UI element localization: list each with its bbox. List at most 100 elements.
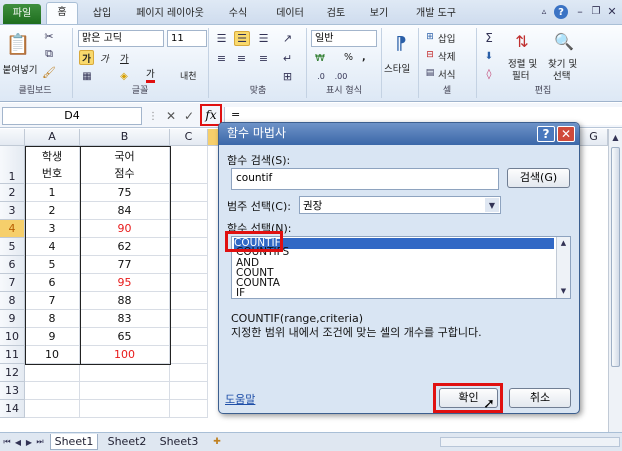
- function-search-input[interactable]: countif: [231, 168, 499, 190]
- find-select-label-2[interactable]: 선택: [553, 68, 570, 82]
- underline-button[interactable]: 가: [120, 51, 129, 65]
- cell-a14[interactable]: [25, 400, 80, 418]
- autosum-icon[interactable]: Σ: [482, 31, 496, 45]
- sheet-tab-2[interactable]: Sheet2: [103, 434, 151, 450]
- last-sheet-icon[interactable]: ⏭: [35, 436, 45, 448]
- column-header-b[interactable]: B: [80, 129, 170, 146]
- paste-icon[interactable]: 📋: [6, 29, 31, 59]
- cell-c6[interactable]: [170, 256, 208, 274]
- prev-sheet-icon[interactable]: ◀: [13, 436, 23, 448]
- cell-b8[interactable]: 88: [80, 292, 170, 310]
- cell-b11[interactable]: 100: [80, 346, 170, 364]
- bold-button[interactable]: 가: [79, 50, 94, 65]
- tab-formulas[interactable]: 수식: [225, 5, 251, 24]
- cell-a12[interactable]: [25, 364, 80, 382]
- select-all-corner[interactable]: [0, 129, 25, 146]
- sheet-tab-3[interactable]: Sheet3: [155, 434, 203, 450]
- tab-view[interactable]: 보기: [365, 5, 393, 24]
- cell-a7[interactable]: 6: [25, 274, 80, 292]
- cell-a11[interactable]: 10: [25, 346, 80, 364]
- align-left-icon[interactable]: ≡: [214, 51, 229, 65]
- cell-a8[interactable]: 7: [25, 292, 80, 310]
- dialog-help-icon[interactable]: ?: [537, 126, 555, 142]
- scroll-up-icon[interactable]: ▲: [610, 131, 621, 143]
- cell-b3[interactable]: 84: [80, 202, 170, 220]
- cell-c14[interactable]: [170, 400, 208, 418]
- styles-icon[interactable]: ⁋: [389, 31, 413, 55]
- cell-a10[interactable]: 9: [25, 328, 80, 346]
- window-close-icon[interactable]: ✕: [606, 5, 618, 18]
- fill-color-icon[interactable]: ◈: [117, 69, 131, 83]
- cell-b14[interactable]: [80, 400, 170, 418]
- cell-a2[interactable]: 1: [25, 184, 80, 202]
- cell-c7[interactable]: [170, 274, 208, 292]
- column-header-g[interactable]: G: [580, 129, 608, 146]
- fill-icon[interactable]: ⬇: [482, 49, 496, 63]
- delete-cells-icon[interactable]: ⊟: [424, 49, 436, 61]
- sheet-tab-1[interactable]: Sheet1: [50, 434, 98, 450]
- window-minimize-icon[interactable]: –: [574, 5, 586, 18]
- cell-a1[interactable]: 학생 번호: [25, 146, 80, 184]
- italic-button[interactable]: 가: [100, 51, 109, 65]
- first-sheet-icon[interactable]: ⏮: [2, 436, 12, 448]
- align-center-icon[interactable]: ≡: [234, 51, 249, 65]
- cell-c13[interactable]: [170, 382, 208, 400]
- chevron-down-icon[interactable]: ▼: [485, 198, 499, 212]
- cell-b13[interactable]: [80, 382, 170, 400]
- column-header-a[interactable]: A: [25, 129, 80, 146]
- align-top-icon[interactable]: ☰: [214, 31, 229, 45]
- row-header-6[interactable]: 6: [0, 256, 25, 274]
- orientation-icon[interactable]: ↗: [280, 31, 295, 45]
- cell-a5[interactable]: 4: [25, 238, 80, 256]
- column-header-c[interactable]: C: [170, 129, 208, 146]
- next-sheet-icon[interactable]: ▶: [24, 436, 34, 448]
- row-header-12[interactable]: 12: [0, 364, 25, 382]
- font-color-button[interactable]: 가: [146, 69, 155, 83]
- styles-button[interactable]: 스타일: [384, 61, 410, 75]
- row-header-8[interactable]: 8: [0, 292, 25, 310]
- row-header-9[interactable]: 9: [0, 310, 25, 328]
- cell-b6[interactable]: 77: [80, 256, 170, 274]
- cell-a13[interactable]: [25, 382, 80, 400]
- cell-c12[interactable]: [170, 364, 208, 382]
- decrease-decimal-icon[interactable]: .00: [333, 69, 349, 83]
- list-scroll-down-icon[interactable]: ▼: [558, 286, 569, 296]
- wrap-text-icon[interactable]: ↵: [280, 51, 295, 65]
- currency-icon[interactable]: ₩: [313, 51, 327, 65]
- horizontal-scrollbar[interactable]: [440, 437, 620, 447]
- cell-b7[interactable]: 95: [80, 274, 170, 292]
- cell-c10[interactable]: [170, 328, 208, 346]
- row-header-14[interactable]: 14: [0, 400, 25, 418]
- cut-icon[interactable]: ✂: [42, 29, 56, 43]
- align-right-icon[interactable]: ≡: [256, 51, 271, 65]
- cell-b12[interactable]: [80, 364, 170, 382]
- tab-file[interactable]: 파일: [3, 4, 41, 24]
- cancel-button[interactable]: 취소: [509, 388, 571, 408]
- align-middle-icon[interactable]: ☰: [234, 31, 250, 46]
- help-icon[interactable]: ?: [554, 5, 568, 19]
- help-link[interactable]: 도움말: [225, 391, 255, 407]
- phonetic-button[interactable]: 내천: [180, 69, 197, 82]
- cell-b9[interactable]: 83: [80, 310, 170, 328]
- window-restore-icon[interactable]: ❐: [590, 5, 602, 17]
- cell-a4[interactable]: 3: [25, 220, 80, 238]
- cell-a3[interactable]: 2: [25, 202, 80, 220]
- dialog-close-icon[interactable]: ✕: [557, 126, 575, 142]
- insert-button[interactable]: 삽입: [438, 31, 455, 45]
- minimize-ribbon-icon[interactable]: ▵: [538, 6, 550, 18]
- copy-icon[interactable]: ⧉: [42, 47, 56, 61]
- row-header-1[interactable]: 1: [0, 146, 25, 184]
- cell-c1[interactable]: [170, 146, 208, 184]
- new-sheet-icon[interactable]: ✚: [210, 436, 224, 448]
- align-bottom-icon[interactable]: ☰: [256, 31, 271, 45]
- comma-button[interactable]: ,: [362, 52, 366, 63]
- cell-a9[interactable]: 8: [25, 310, 80, 328]
- clear-icon[interactable]: ◊: [482, 67, 496, 81]
- cell-c9[interactable]: [170, 310, 208, 328]
- cell-c8[interactable]: [170, 292, 208, 310]
- row-header-5[interactable]: 5: [0, 238, 25, 256]
- sort-filter-label-2[interactable]: 필터: [512, 68, 529, 82]
- font-size-box[interactable]: 11: [167, 30, 207, 47]
- format-painter-icon[interactable]: 🖌: [42, 65, 56, 79]
- row-header-7[interactable]: 7: [0, 274, 25, 292]
